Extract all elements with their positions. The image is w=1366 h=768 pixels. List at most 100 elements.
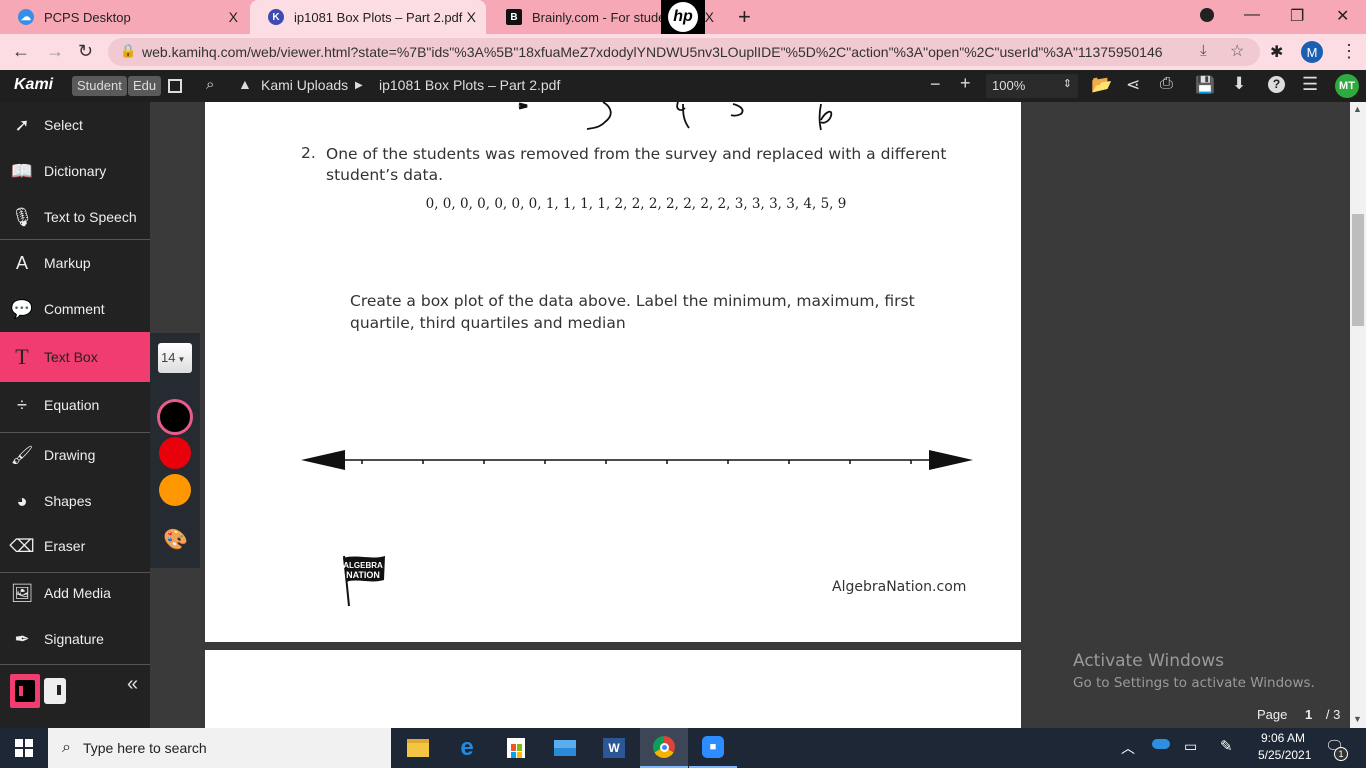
color-swatch-orange[interactable] bbox=[159, 474, 191, 506]
scrollbar-thumb[interactable] bbox=[1352, 214, 1364, 326]
sidebar-item-text-box[interactable]: T Text Box bbox=[0, 332, 150, 382]
new-tab-button[interactable]: + bbox=[738, 4, 751, 30]
handwritten-5b bbox=[730, 103, 744, 117]
page-current-input[interactable]: 1 bbox=[1305, 707, 1312, 722]
word-icon[interactable]: W bbox=[590, 728, 638, 768]
sidebar-item-markup[interactable]: A Markup bbox=[0, 240, 150, 286]
clock[interactable]: 9:06 AM 5/25/2021 bbox=[1258, 731, 1311, 762]
sidebar-item-label: Shapes bbox=[44, 493, 92, 509]
pen-workspace-icon[interactable]: ✎ bbox=[1220, 737, 1233, 755]
sidebar-item-equation[interactable]: ÷ Equation bbox=[0, 382, 150, 428]
watermark-title: Activate Windows bbox=[1073, 651, 1224, 671]
drive-icon: ▲ bbox=[238, 76, 252, 92]
windows-start-icon[interactable] bbox=[0, 728, 48, 768]
brainly-b-icon: B bbox=[506, 9, 522, 25]
sidebar-item-eraser[interactable]: ⌫ Eraser bbox=[0, 523, 150, 569]
sidebar-item-label: Add Media bbox=[44, 585, 111, 601]
share-icon[interactable]: ⋖ bbox=[1126, 75, 1140, 95]
tab-search-icon[interactable] bbox=[1200, 8, 1214, 22]
hp-logo: hp bbox=[661, 0, 705, 34]
breadcrumb-folder[interactable]: Kami Uploads bbox=[261, 77, 348, 93]
open-folder-icon[interactable]: 📂 bbox=[1091, 75, 1112, 95]
close-tab-icon[interactable]: X bbox=[229, 9, 238, 25]
lock-icon: 🔒 bbox=[120, 43, 137, 58]
edge-icon[interactable]: e bbox=[443, 728, 491, 768]
zoom-in-icon[interactable]: + bbox=[960, 73, 971, 94]
sidebar-item-text-to-speech[interactable]: 🎙 Text to Speech bbox=[0, 194, 150, 240]
sidebar-item-select[interactable]: ➚ Select bbox=[0, 102, 150, 148]
pen-nib-icon: ✒ bbox=[14, 628, 30, 649]
color-swatch-black[interactable] bbox=[157, 399, 193, 435]
mail-icon[interactable] bbox=[541, 728, 589, 768]
tab-title: ip1081 Box Plots – Part 2.pdf bbox=[294, 9, 463, 25]
sidebar-toggle-icon[interactable] bbox=[168, 79, 182, 93]
menu-hamburger-icon[interactable]: ☰ bbox=[1302, 74, 1318, 95]
browser-tab-strip: ☁ PCPS Desktop X K ip1081 Box Plots – Pa… bbox=[0, 0, 1366, 34]
scroll-up-icon[interactable]: ▲ bbox=[1353, 104, 1362, 114]
sidebar-item-drawing[interactable]: 🖌 Drawing bbox=[0, 432, 150, 478]
download-icon[interactable]: ⬇ bbox=[1232, 74, 1246, 94]
chrome-icon[interactable] bbox=[640, 728, 688, 768]
font-size-dropdown[interactable]: 14 ▼ bbox=[158, 343, 192, 373]
sidebar-divider bbox=[0, 239, 150, 240]
reload-icon[interactable]: ↻ bbox=[78, 41, 93, 62]
forward-icon[interactable]: → bbox=[46, 41, 64, 62]
close-tab-icon[interactable]: X bbox=[467, 9, 476, 25]
svg-text:NATION: NATION bbox=[346, 570, 380, 580]
url-text[interactable]: web.kamihq.com/web/viewer.html?state=%7B… bbox=[142, 44, 1162, 60]
brush-icon: 🖌 bbox=[10, 444, 34, 465]
close-window-icon[interactable]: ✕ bbox=[1336, 6, 1349, 26]
color-swatch-red[interactable] bbox=[159, 437, 191, 469]
zoom-select[interactable]: 100% ⇕ bbox=[986, 74, 1078, 98]
book-icon: 📖 bbox=[10, 160, 34, 181]
restore-icon[interactable]: ❐ bbox=[1290, 6, 1304, 26]
breadcrumb-chevron-icon: ▶ bbox=[355, 80, 363, 91]
tab-pcps-desktop[interactable]: ☁ PCPS Desktop X bbox=[0, 0, 248, 34]
sidebar-item-dictionary[interactable]: 📖 Dictionary bbox=[0, 148, 150, 194]
back-icon[interactable]: ← bbox=[12, 41, 30, 62]
save-icon[interactable]: 💾 bbox=[1195, 75, 1215, 95]
textbox-options-panel: 14 ▼ 🎨 bbox=[150, 333, 200, 568]
bookmark-star-icon[interactable]: ☆ bbox=[1230, 41, 1244, 61]
font-size-value: 14 bbox=[161, 350, 176, 365]
sidebar-item-label: Eraser bbox=[44, 538, 86, 554]
watermark-subtitle: Go to Settings to activate Windows. bbox=[1073, 675, 1315, 691]
profile-avatar[interactable]: M bbox=[1301, 41, 1323, 63]
store-icon[interactable] bbox=[492, 728, 540, 768]
address-bar[interactable]: 🔒 web.kamihq.com/web/viewer.html?state=%… bbox=[108, 38, 1260, 66]
palette-icon[interactable]: 🎨 bbox=[163, 527, 188, 552]
help-icon[interactable]: ? bbox=[1268, 76, 1285, 93]
sidebar-item-add-media[interactable]: 🖼 Add Media bbox=[0, 570, 150, 616]
sidebar-item-signature[interactable]: ✒ Signature bbox=[0, 616, 150, 662]
user-avatar[interactable]: MT bbox=[1335, 74, 1359, 98]
collapse-sidebar-icon[interactable]: « bbox=[127, 673, 138, 696]
zoom-app-icon[interactable]: ■ bbox=[689, 728, 737, 768]
page-label: Page bbox=[1257, 707, 1288, 722]
tab-box-plots-pdf[interactable]: K ip1081 Box Plots – Part 2.pdf X bbox=[250, 0, 486, 34]
markup-icon: A bbox=[15, 252, 28, 273]
file-explorer-icon[interactable] bbox=[394, 728, 442, 768]
onedrive-icon[interactable] bbox=[1152, 739, 1170, 749]
extensions-puzzle-icon[interactable]: ✱ bbox=[1270, 42, 1283, 62]
comment-icon: 💬 bbox=[10, 298, 34, 319]
scroll-down-icon[interactable]: ▼ bbox=[1353, 714, 1362, 724]
pdf-page-2[interactable] bbox=[205, 650, 1021, 730]
search-icon[interactable]: ⌕ bbox=[206, 76, 214, 93]
pdf-page-1[interactable]: 2. One of the students was removed from … bbox=[205, 102, 1021, 642]
close-tab-icon[interactable]: X bbox=[705, 9, 714, 25]
sidebar-item-comment[interactable]: 💬 Comment bbox=[0, 286, 150, 332]
show-hidden-icons-chevron[interactable]: ︿ bbox=[1121, 738, 1135, 758]
print-icon[interactable]: ⎙ bbox=[1160, 75, 1173, 93]
battery-icon[interactable]: ▭ bbox=[1184, 738, 1197, 755]
minimize-icon[interactable]: — bbox=[1244, 6, 1260, 24]
install-app-icon[interactable]: ⤓ bbox=[1200, 42, 1207, 59]
zoom-out-icon[interactable]: − bbox=[930, 74, 941, 95]
instruction-text: Create a box plot of the data above. Lab… bbox=[350, 292, 915, 332]
sidebar-item-shapes[interactable]: ◕ Shapes bbox=[0, 478, 150, 524]
light-theme-toggle[interactable] bbox=[44, 678, 66, 704]
sidebar-item-label: Equation bbox=[44, 397, 100, 413]
chrome-menu-icon[interactable]: ⋮ bbox=[1340, 41, 1358, 62]
vertical-scrollbar[interactable]: ▲ ▼ bbox=[1350, 102, 1366, 728]
dark-theme-toggle[interactable] bbox=[10, 674, 40, 708]
taskbar-search[interactable]: ⌕ Type here to search bbox=[48, 728, 391, 768]
